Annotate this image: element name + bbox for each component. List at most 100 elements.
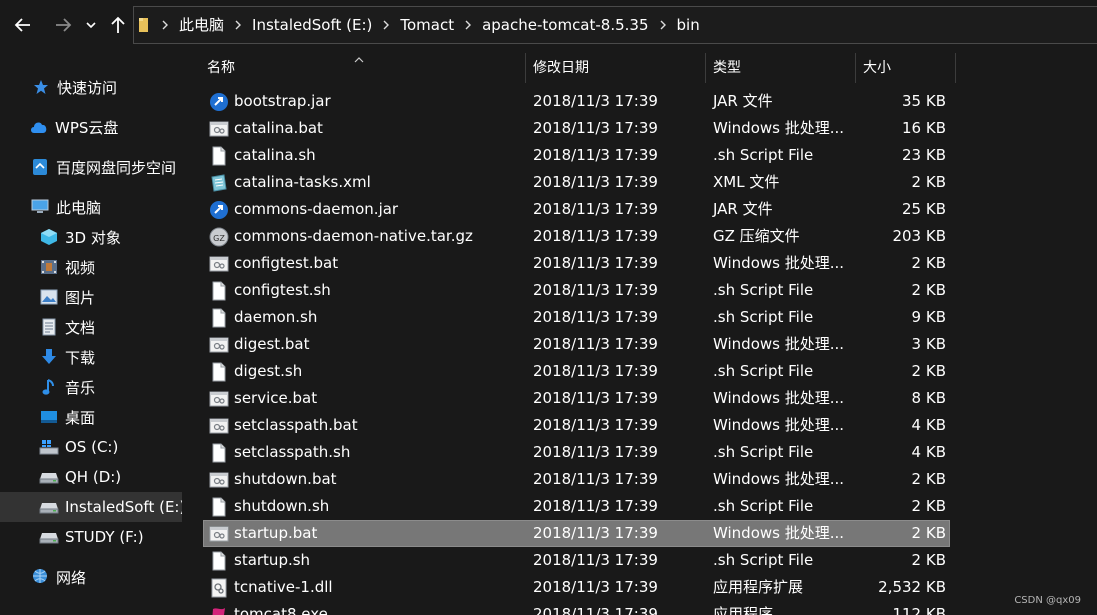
sidebar-item-quick-access[interactable]: 快速访问 <box>0 72 182 102</box>
file-name[interactable]: setclasspath.bat <box>234 412 358 439</box>
file-modified-date: 2018/11/3 17:39 <box>533 524 658 542</box>
file-modified-date: 2018/11/3 17:39 <box>533 551 658 569</box>
file-row[interactable]: setclasspath.bat 2018/11/3 17:39 Windows 批… <box>182 412 1097 439</box>
file-name[interactable]: tcnative-1.dll <box>234 574 333 601</box>
file-icon <box>208 277 230 304</box>
chevron-right-icon <box>227 7 249 43</box>
sidebar-item-drive-f[interactable]: STUDY (F:) <box>0 522 182 552</box>
download-icon <box>39 347 59 367</box>
recent-locations-button[interactable] <box>80 9 102 41</box>
sidebar-item-label: 图片 <box>65 288 96 307</box>
back-button[interactable] <box>10 9 36 41</box>
file-name[interactable]: commons-daemon.jar <box>234 196 398 223</box>
file-size: 2 KB <box>911 524 946 542</box>
file-name[interactable]: shutdown.sh <box>234 493 329 520</box>
svg-text:GZ: GZ <box>213 234 225 243</box>
file-modified-date: 2018/11/3 17:39 <box>533 443 658 461</box>
sidebar-item-wps-cloud[interactable]: WPS云盘 <box>0 112 182 142</box>
sidebar-item-drive-c[interactable]: OS (C:) <box>0 432 182 462</box>
file-type: Windows 批处理... <box>713 254 845 272</box>
breadcrumb-item-bin[interactable]: bin <box>674 7 703 43</box>
file-row[interactable]: configtest.bat 2018/11/3 17:39 Windows 批处理… <box>182 250 1097 277</box>
file-name[interactable]: shutdown.bat <box>234 466 337 493</box>
sidebar-item-desktop[interactable]: 桌面 <box>0 402 182 432</box>
breadcrumb-item-tomact[interactable]: Tomact <box>397 7 457 43</box>
file-name[interactable]: catalina-tasks.xml <box>234 169 371 196</box>
navigation-pane: 快速访问 WPS云盘 百度网盘同步空间 此电脑 3D 对象 视频 图片 文档 下… <box>0 50 185 615</box>
file-type: .sh Script File <box>713 308 814 326</box>
up-button[interactable] <box>105 9 131 41</box>
file-name[interactable]: setclasspath.sh <box>234 439 350 466</box>
file-row[interactable]: shutdown.bat 2018/11/3 17:39 Windows 批处理..… <box>182 466 1097 493</box>
column-header-date[interactable]: 修改日期 <box>526 53 706 83</box>
file-row[interactable]: catalina.sh 2018/11/3 17:39 .sh Script Fil… <box>182 142 1097 169</box>
file-type: GZ 压缩文件 <box>713 227 800 245</box>
file-row[interactable]: configtest.sh 2018/11/3 17:39 .sh Script F… <box>182 277 1097 304</box>
file-row[interactable]: setclasspath.sh 2018/11/3 17:39 .sh Script… <box>182 439 1097 466</box>
bat-icon <box>208 115 230 142</box>
network-icon <box>30 567 50 587</box>
sidebar-item-videos[interactable]: 视频 <box>0 252 182 282</box>
column-header-size[interactable]: 大小 <box>856 53 956 83</box>
file-name[interactable]: catalina.bat <box>234 115 323 142</box>
file-type: Windows 批处理... <box>713 335 845 353</box>
file-name[interactable]: configtest.sh <box>234 277 331 304</box>
file-row[interactable]: GZ commons-daemon-native.tar.gz 2018/11/3 … <box>182 223 1097 250</box>
breadcrumb-item-this-pc[interactable]: 此电脑 <box>176 7 227 43</box>
file-name[interactable]: commons-daemon-native.tar.gz <box>234 223 473 250</box>
file-row[interactable]: digest.sh 2018/11/3 17:39 .sh Script File 2… <box>182 358 1097 385</box>
sidebar-item-label: QH (D:) <box>65 468 122 486</box>
address-bar[interactable]: 此电脑 InstaledSoft (E:) Tomact apache-tomc… <box>133 6 1097 44</box>
sidebar-item-label: 3D 对象 <box>65 228 121 247</box>
file-row[interactable]: tcnative-1.dll 2018/11/3 17:39 应用程序扩展 2,532… <box>182 574 1097 601</box>
file-name[interactable]: daemon.sh <box>234 304 317 331</box>
breadcrumb-item-apache-tomcat[interactable]: apache-tomcat-8.5.35 <box>479 7 651 43</box>
file-name[interactable]: service.bat <box>234 385 317 412</box>
sidebar-item-drive-e[interactable]: InstaledSoft (E:) <box>0 492 185 522</box>
file-modified-date: 2018/11/3 17:39 <box>533 119 658 137</box>
file-row[interactable]: catalina-tasks.xml 2018/11/3 17:39 XML 文件 2… <box>182 169 1097 196</box>
chevron-right-icon <box>457 7 479 43</box>
file-row[interactable]: commons-daemon.jar 2018/11/3 17:39 JAR 文件 2… <box>182 196 1097 223</box>
file-row[interactable]: shutdown.sh 2018/11/3 17:39 .sh Script Fil… <box>182 493 1097 520</box>
sidebar-item-downloads[interactable]: 下载 <box>0 342 182 372</box>
file-size: 23 KB <box>902 146 946 164</box>
file-row[interactable]: bootstrap.jar 2018/11/3 17:39 JAR 文件 35 KB <box>182 88 1097 115</box>
file-name[interactable]: startup.bat <box>234 520 317 547</box>
file-row[interactable]: startup.sh 2018/11/3 17:39 .sh Script File… <box>182 547 1097 574</box>
file-name[interactable]: tomcat8.exe <box>234 601 328 615</box>
desktop-icon <box>39 407 59 427</box>
file-row[interactable]: startup.bat 2018/11/3 17:39 Windows 批处理...… <box>182 520 1097 547</box>
column-header-type[interactable]: 类型 <box>706 53 856 83</box>
chevron-right-icon <box>375 7 397 43</box>
file-row[interactable]: daemon.sh 2018/11/3 17:39 .sh Script File 9… <box>182 304 1097 331</box>
file-name[interactable]: configtest.bat <box>234 250 338 277</box>
breadcrumb: 此电脑 InstaledSoft (E:) Tomact apache-tomc… <box>134 7 703 43</box>
file-row[interactable]: digest.bat 2018/11/3 17:39 Windows 批处理... 3… <box>182 331 1097 358</box>
file-row[interactable]: catalina.bat 2018/11/3 17:39 Windows 批处理..… <box>182 115 1097 142</box>
file-name[interactable]: catalina.sh <box>234 142 316 169</box>
file-name[interactable]: digest.sh <box>234 358 302 385</box>
column-header-row: 名称 修改日期 类型 大小 <box>182 53 1097 83</box>
file-name[interactable]: digest.bat <box>234 331 310 358</box>
file-name[interactable]: bootstrap.jar <box>234 88 331 115</box>
forward-button[interactable] <box>50 9 76 41</box>
file-size: 8 KB <box>911 389 946 407</box>
breadcrumb-item-drive-e[interactable]: InstaledSoft (E:) <box>249 7 375 43</box>
file-size: 112 KB <box>892 605 946 615</box>
drive-icon <box>39 467 59 487</box>
sidebar-item-this-pc[interactable]: 此电脑 <box>0 192 182 222</box>
sidebar-item-pictures[interactable]: 图片 <box>0 282 182 312</box>
file-row[interactable]: service.bat 2018/11/3 17:39 Windows 批处理...… <box>182 385 1097 412</box>
sidebar-item-network[interactable]: 网络 <box>0 562 182 592</box>
file-size: 2,532 KB <box>878 578 946 596</box>
sidebar-item-baidu-sync[interactable]: 百度网盘同步空间 <box>0 152 182 182</box>
sidebar-item-3d-objects[interactable]: 3D 对象 <box>0 222 182 252</box>
column-header-name[interactable]: 名称 <box>200 53 526 83</box>
dll-icon <box>208 574 230 601</box>
file-row[interactable]: tomcat8.exe 2018/11/3 17:39 应用程序 112 KB <box>182 601 1097 615</box>
sidebar-item-music[interactable]: 音乐 <box>0 372 182 402</box>
sidebar-item-documents[interactable]: 文档 <box>0 312 182 342</box>
sidebar-item-drive-d[interactable]: QH (D:) <box>0 462 182 492</box>
file-name[interactable]: startup.sh <box>234 547 310 574</box>
